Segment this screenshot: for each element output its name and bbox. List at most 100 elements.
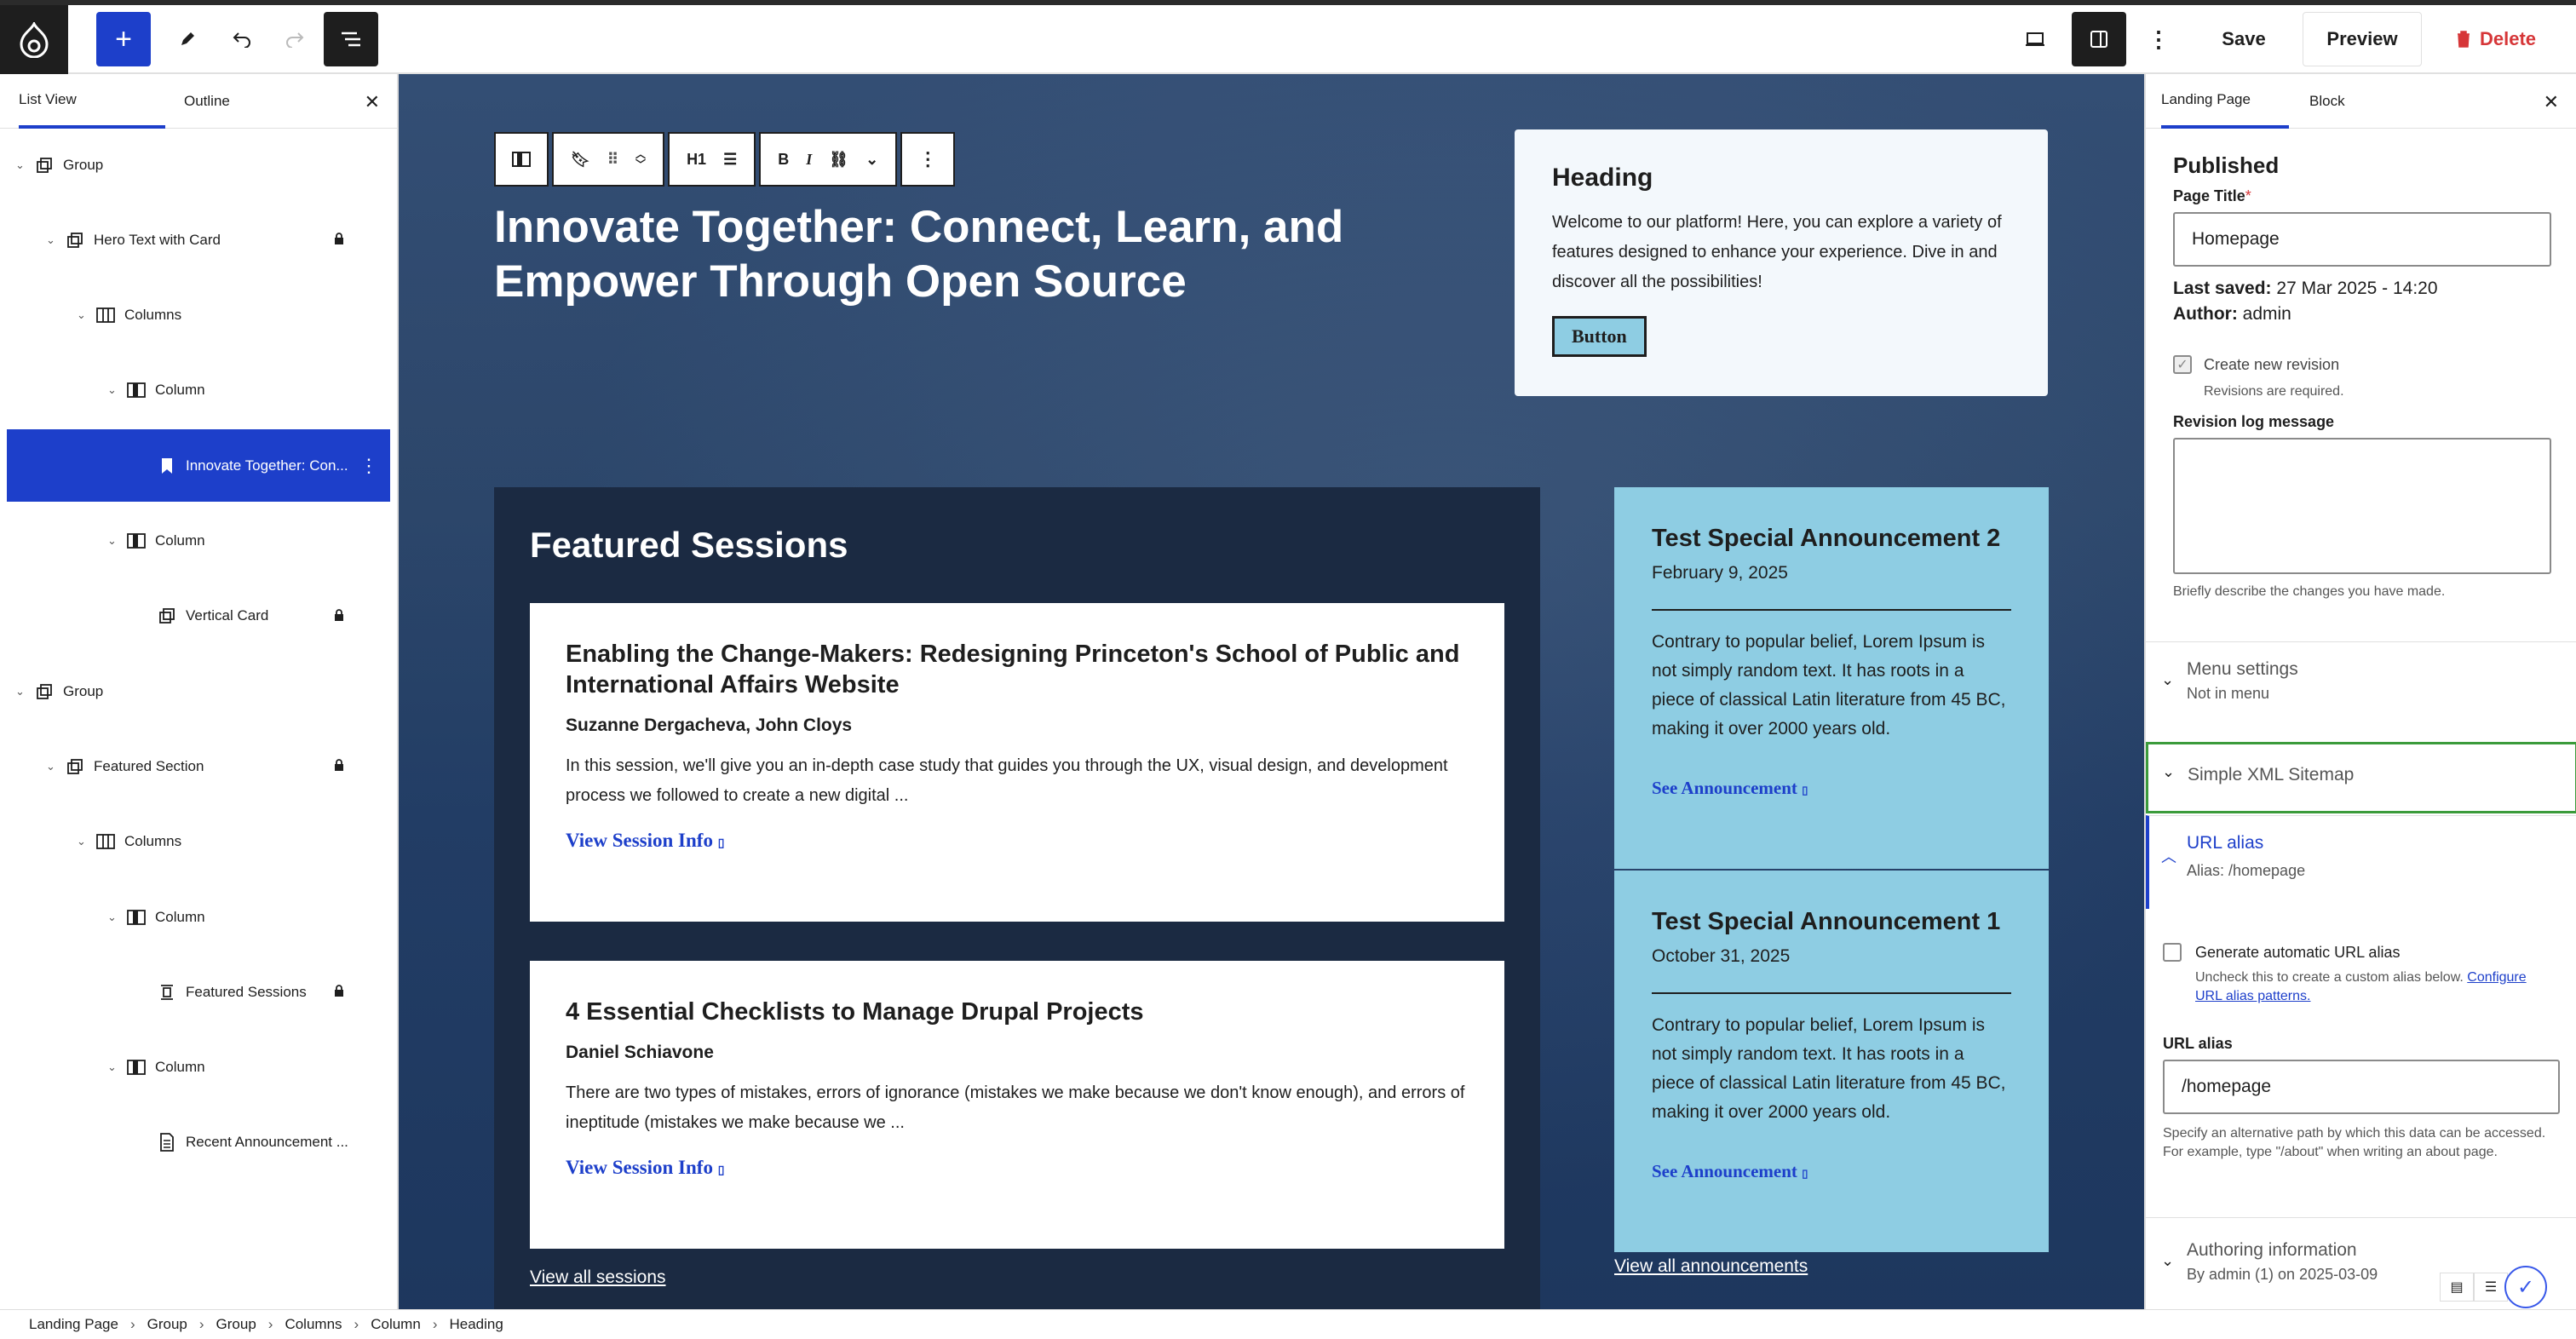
url-alias-sub: Alias: /homepage xyxy=(2187,862,2306,879)
editor-canvas[interactable]: 🔖︎ ⠿ ︿ ﹀ H1 ☰ B I ⛓︎ ⌄ ⋮ Innovate Togethe… xyxy=(399,74,2144,1309)
chevron-down-icon[interactable]: ⌄ xyxy=(15,158,29,172)
tab-outline[interactable]: Outline xyxy=(184,74,230,129)
italic-icon[interactable]: I xyxy=(806,151,812,169)
page-title-input[interactable]: Homepage xyxy=(2173,212,2551,267)
chevron-down-icon[interactable]: ⌄ xyxy=(107,911,121,924)
checklist-icon[interactable]: ☰ xyxy=(2474,1273,2508,1302)
create-revision-checkbox[interactable]: ✓ xyxy=(2173,355,2192,374)
parent-block-button[interactable] xyxy=(494,132,549,187)
view-button[interactable] xyxy=(2009,12,2063,66)
drupal-logo[interactable] xyxy=(0,5,68,74)
settings-sidebar-button[interactable] xyxy=(2072,12,2126,66)
chevron-down-icon[interactable]: ⌄ xyxy=(46,760,60,773)
link-icon[interactable]: ⛓︎ xyxy=(829,151,848,169)
bookmark-icon[interactable]: 🔖︎ xyxy=(571,151,590,169)
document-overview-button[interactable] xyxy=(324,12,378,66)
url-alias-input[interactable]: /homepage xyxy=(2163,1060,2560,1114)
heading-level-button[interactable]: H1 xyxy=(687,151,706,169)
chevron-right-icon: › xyxy=(267,1316,273,1332)
url-alias-accordion[interactable]: ︿ URL alias Alias: /homepage xyxy=(2146,815,2576,909)
chevron-down-icon[interactable]: ⌄ xyxy=(107,383,121,397)
menu-settings-accordion[interactable]: ⌄ Menu settings Not in menu xyxy=(2146,641,2576,713)
close-icon[interactable]: ✕ xyxy=(2544,91,2559,113)
list-view-item[interactable]: ⌄ Group xyxy=(0,655,399,727)
list-view-item[interactable]: Recent Announcement ... xyxy=(0,1106,399,1179)
list-view-item[interactable]: Vertical Card xyxy=(0,580,399,652)
view-all-announcements-link[interactable]: View all announcements xyxy=(1614,1256,1808,1277)
drag-handle-icon[interactable]: ⠿ xyxy=(607,151,618,169)
add-block-button[interactable]: + xyxy=(96,12,151,66)
more-vertical-icon[interactable]: ⋮ xyxy=(359,455,378,477)
tab-block[interactable]: Block xyxy=(2309,74,2345,129)
see-announcement-link[interactable]: See Announcement ▯ xyxy=(1652,778,2011,799)
chevron-down-icon[interactable]: ⌄ xyxy=(77,308,90,322)
breadcrumb-item[interactable]: Columns xyxy=(285,1316,342,1333)
hero-heading[interactable]: Innovate Together: Connect, Learn, and E… xyxy=(494,200,1431,309)
chevron-down-icon[interactable]: ⌄ xyxy=(77,835,90,848)
list-view-item[interactable]: ⌄ Column xyxy=(0,881,399,953)
external-link-icon: ▯ xyxy=(1802,1167,1808,1180)
table-icon[interactable]: ▤ xyxy=(2440,1273,2474,1302)
list-view-item[interactable]: Innovate Together: Con... ⋮ xyxy=(7,429,390,503)
list-view-item[interactable]: ⌄ Column xyxy=(0,1032,399,1104)
format-group: H1 ☰ xyxy=(668,132,756,187)
breadcrumb-item[interactable]: Heading xyxy=(449,1316,503,1333)
check-circle-icon[interactable]: ✓ xyxy=(2504,1266,2547,1308)
breadcrumb-item[interactable]: Group xyxy=(216,1316,256,1333)
tab-landing-page[interactable]: Landing Page xyxy=(2161,74,2289,129)
revisions-required-hint: Revisions are required. xyxy=(2204,384,2344,399)
list-view-item[interactable]: ⌄ Hero Text with Card xyxy=(0,204,399,276)
featured-sessions-section[interactable]: Featured Sessions Enabling the Change-Ma… xyxy=(494,487,1540,1309)
hero-card[interactable]: Heading Welcome to our platform! Here, y… xyxy=(1515,129,2048,396)
redo-button[interactable] xyxy=(267,12,322,66)
desktop-icon xyxy=(2026,32,2044,46)
options-button[interactable]: ⋮ xyxy=(2133,12,2184,66)
session-card[interactable]: Enabling the Change-Makers: Redesigning … xyxy=(530,603,1504,922)
revision-log-textarea[interactable] xyxy=(2173,438,2551,574)
view-session-link[interactable]: View Session Info ▯ xyxy=(566,1157,1469,1179)
see-announcement-link[interactable]: See Announcement ▯ xyxy=(1652,1161,2011,1182)
bold-icon[interactable]: B xyxy=(778,151,789,169)
card-title[interactable]: Heading xyxy=(1552,164,2010,193)
undo-button[interactable] xyxy=(215,12,269,66)
columns-icon xyxy=(95,306,116,325)
chevron-down-icon[interactable]: ⌄ xyxy=(865,151,878,169)
generate-alias-checkbox[interactable] xyxy=(2163,943,2182,962)
list-view-item[interactable]: ⌄ Columns xyxy=(0,279,399,352)
tools-button[interactable] xyxy=(160,12,215,66)
chevron-down-icon[interactable]: ⌄ xyxy=(46,233,60,247)
list-view-item[interactable]: ⌄ Columns xyxy=(0,806,399,878)
card-button[interactable]: Button xyxy=(1552,316,1647,357)
column-icon xyxy=(126,532,147,550)
announcement-card[interactable]: Test Special Announcement 2 February 9, … xyxy=(1614,487,2049,869)
list-view-item-label: Hero Text with Card xyxy=(94,231,221,248)
xml-sitemap-accordion[interactable]: ⌄ Simple XML Sitemap xyxy=(2146,742,2576,813)
close-icon[interactable]: ✕ xyxy=(365,91,380,113)
list-view-item[interactable]: ⌄ Column xyxy=(0,505,399,578)
chevron-down-icon[interactable]: ⌄ xyxy=(107,1060,121,1074)
chevron-down-icon[interactable]: ⌄ xyxy=(107,534,121,548)
sidebar-icon xyxy=(2090,31,2107,48)
preview-button[interactable]: Preview xyxy=(2303,12,2422,66)
delete-button[interactable]: Delete xyxy=(2435,12,2557,66)
list-view-item[interactable]: ⌄ Group xyxy=(0,129,399,201)
card-text[interactable]: Welcome to our platform! Here, you can e… xyxy=(1552,208,2010,297)
breadcrumb-item[interactable]: Group xyxy=(147,1316,187,1333)
session-card[interactable]: 4 Essential Checklists to Manage Drupal … xyxy=(530,961,1504,1249)
announcement-card[interactable]: Test Special Announcement 1 October 31, … xyxy=(1614,871,2049,1252)
view-all-sessions-link[interactable]: View all sessions xyxy=(530,1267,666,1288)
redo-icon xyxy=(286,32,304,48)
move-up-down-icon[interactable]: ︿ ﹀ xyxy=(635,149,646,170)
list-view-item[interactable]: ⌄ Column xyxy=(0,354,399,427)
align-icon[interactable]: ☰ xyxy=(723,151,737,169)
list-view-item[interactable]: ⌄ Featured Section xyxy=(0,730,399,802)
save-button[interactable]: Save xyxy=(2196,12,2291,66)
chevron-down-icon[interactable]: ⌄ xyxy=(15,685,29,698)
breadcrumb-item[interactable]: Column xyxy=(371,1316,421,1333)
block-options-button[interactable]: ⋮ xyxy=(900,132,956,187)
window-top-stripe xyxy=(0,0,2576,5)
breadcrumb-item[interactable]: Landing Page xyxy=(29,1316,118,1333)
list-view-item[interactable]: Featured Sessions xyxy=(0,956,399,1028)
tab-list-view[interactable]: List View xyxy=(19,74,165,129)
view-session-link[interactable]: View Session Info ▯ xyxy=(566,830,1469,852)
